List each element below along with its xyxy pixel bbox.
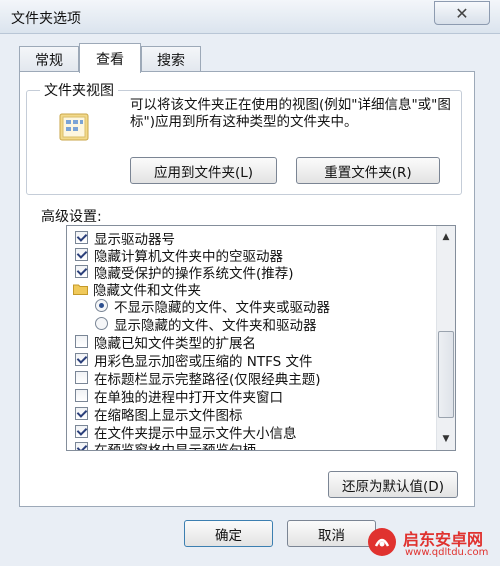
checkbox[interactable] <box>75 407 88 420</box>
setting-show-hidden[interactable]: 显示隐藏的文件、文件夹和驱动器 <box>95 314 317 334</box>
cancel-button[interactable]: 取消 <box>287 520 376 547</box>
radio-button[interactable] <box>95 317 108 330</box>
checkbox[interactable] <box>75 442 88 450</box>
watermark: 启东安卓网 www.qdltdu.com <box>367 521 497 563</box>
tab-search-label: 搜索 <box>157 52 185 69</box>
checkbox[interactable] <box>75 248 88 261</box>
checkbox[interactable] <box>75 335 88 348</box>
apply-to-folders-label: 应用到文件夹(L) <box>153 164 254 181</box>
checkbox[interactable] <box>75 231 88 244</box>
folder-view-icon <box>59 113 89 141</box>
setting-label: 不显示隐藏的文件、文件夹或驱动器 <box>114 299 330 316</box>
close-icon: ✕ <box>455 3 469 23</box>
setting-separate-process[interactable]: 在单独的进程中打开文件夹窗口 <box>75 386 283 406</box>
checkbox[interactable] <box>75 425 88 438</box>
setting-label: 显示隐藏的文件、文件夹和驱动器 <box>114 317 317 334</box>
tab-view[interactable]: 查看 <box>79 43 141 73</box>
reset-folders-button[interactable]: 重置文件夹(R) <box>296 157 440 184</box>
ok-button[interactable]: 确定 <box>184 520 273 547</box>
setting-label: 在标题栏显示完整路径(仅限经典主题) <box>94 371 321 388</box>
scroll-up-icon[interactable]: ▲ <box>437 228 455 245</box>
setting-thumbnail-icons[interactable]: 在缩略图上显示文件图标 <box>75 404 243 424</box>
checkbox[interactable] <box>75 353 88 366</box>
setting-hide-extensions[interactable]: 隐藏已知文件类型的扩展名 <box>75 332 256 352</box>
checkbox[interactable] <box>75 389 88 402</box>
setting-dont-show-hidden[interactable]: 不显示隐藏的文件、文件夹或驱动器 <box>95 296 330 316</box>
ok-label: 确定 <box>215 527 242 544</box>
setting-label: 在预览窗格中显示预览句柄 <box>94 442 256 451</box>
checkbox[interactable] <box>75 371 88 384</box>
setting-label: 隐藏已知文件类型的扩展名 <box>94 335 256 352</box>
watermark-url: www.qdltdu.com <box>405 547 489 558</box>
tab-view-label: 查看 <box>96 51 124 68</box>
advanced-settings-list[interactable]: 显示驱动器号 隐藏计算机文件夹中的空驱动器 隐藏受保护的操作系统文件(推荐) 隐… <box>66 225 456 451</box>
apply-to-folders-button[interactable]: 应用到文件夹(L) <box>130 157 277 184</box>
checkbox[interactable] <box>75 265 88 278</box>
restore-defaults-label: 还原为默认值(D) <box>342 478 444 495</box>
folder-icon <box>73 284 88 295</box>
restore-defaults-button[interactable]: 还原为默认值(D) <box>328 471 458 498</box>
setting-label: 用彩色显示加密或压缩的 NTFS 文件 <box>94 353 313 370</box>
close-button[interactable]: ✕ <box>434 1 490 25</box>
cancel-label: 取消 <box>318 527 345 544</box>
setting-color-ntfs[interactable]: 用彩色显示加密或压缩的 NTFS 文件 <box>75 350 313 370</box>
tab-general-label: 常规 <box>35 52 63 69</box>
watermark-logo-icon <box>368 528 396 556</box>
setting-preview-handlers[interactable]: 在预览窗格中显示预览句柄 <box>75 439 256 451</box>
setting-label: 在缩略图上显示文件图标 <box>94 407 243 424</box>
scroll-thumb[interactable] <box>438 331 454 418</box>
radio-button[interactable] <box>95 299 108 312</box>
tab-search[interactable]: 搜索 <box>141 46 201 72</box>
setting-full-path-title[interactable]: 在标题栏显示完整路径(仅限经典主题) <box>75 368 321 388</box>
window-title: 文件夹选项 <box>11 11 81 27</box>
scroll-down-icon[interactable]: ▼ <box>437 430 455 447</box>
setting-label: 在单独的进程中打开文件夹窗口 <box>94 389 283 406</box>
reset-folders-label: 重置文件夹(R) <box>324 164 412 181</box>
title-bar: 文件夹选项 ✕ <box>0 0 500 34</box>
advanced-settings-label: 高级设置: <box>41 209 102 225</box>
folder-view-group-label: 文件夹视图 <box>40 80 118 100</box>
tab-general[interactable]: 常规 <box>19 46 79 72</box>
folder-view-description: 可以将该文件夹正在使用的视图(例如"详细信息"或"图标")应用到所有这种类型的文… <box>130 97 451 130</box>
settings-scrollbar[interactable]: ▲ ▼ <box>436 226 455 450</box>
